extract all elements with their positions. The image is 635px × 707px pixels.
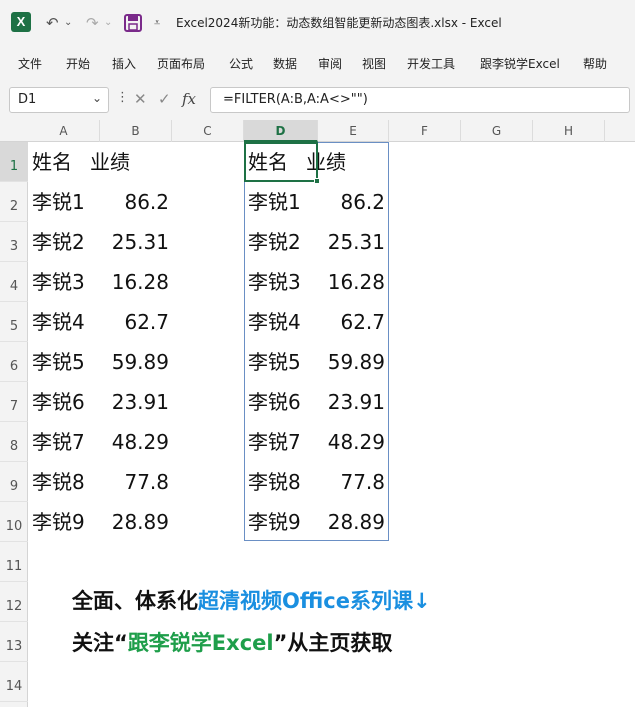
- redo-dropdown-icon[interactable]: ⌄: [104, 12, 112, 34]
- menu-item-9[interactable]: 跟李锐学Excel: [480, 55, 560, 72]
- name-box-value: D1: [18, 92, 37, 107]
- menu-item-5[interactable]: 数据: [273, 55, 297, 72]
- menu-item-8[interactable]: 开发工具: [407, 55, 455, 72]
- row-header-5[interactable]: 5: [0, 302, 28, 342]
- menu-item-2[interactable]: 插入: [112, 55, 136, 72]
- insert-function-icon[interactable]: fx: [182, 90, 196, 108]
- formula-input[interactable]: =FILTER(A:B,A:A<>""): [210, 87, 630, 113]
- spill-range-border: [244, 142, 389, 541]
- more-options-icon[interactable]: ⋮: [116, 90, 129, 105]
- row-header-12[interactable]: 12: [0, 582, 28, 622]
- formula-bar: D1 ⌄ ⋮ ✕ ✓ fx =FILTER(A:B,A:A<>""): [0, 82, 635, 120]
- menu-item-10[interactable]: 帮助: [583, 55, 607, 72]
- active-cell[interactable]: [244, 142, 320, 184]
- promo-line-2-suffix: ”从主页获取: [273, 631, 393, 655]
- promo-line-2-highlight: 跟李锐学Excel: [127, 631, 274, 655]
- name-box[interactable]: D1 ⌄: [9, 87, 109, 113]
- row-header-bar: 1 2 3 4 5 6 7 8 9 10 11 12 13 14: [0, 142, 28, 707]
- source-cell-score[interactable]: 25.31: [89, 222, 169, 262]
- formula-text: =FILTER(A:B,A:A<>""): [223, 92, 368, 107]
- promo-line-1-highlight: 超清视频Office系列课↓: [198, 589, 431, 613]
- row-header-13[interactable]: 13: [0, 622, 28, 662]
- row-header-4[interactable]: 4: [0, 262, 28, 302]
- row-header-8[interactable]: 8: [0, 422, 28, 462]
- column-header-g[interactable]: G: [461, 120, 533, 142]
- column-header-h[interactable]: H: [533, 120, 605, 142]
- source-cell-score[interactable]: 28.89: [89, 502, 169, 542]
- save-icon[interactable]: [124, 12, 142, 34]
- source-cell-score[interactable]: 62.7: [89, 302, 169, 342]
- chevron-down-icon[interactable]: ⌄: [92, 91, 102, 105]
- source-cell-score[interactable]: 16.28: [89, 262, 169, 302]
- column-header-d[interactable]: D: [244, 120, 318, 142]
- ribbon-menu: 文件 开始 插入 页面布局 公式 数据 审阅 视图 开发工具 跟李锐学Excel 帮助: [0, 46, 635, 82]
- enter-icon[interactable]: ✓: [158, 90, 171, 108]
- column-header-a[interactable]: A: [28, 120, 100, 142]
- row-header-1[interactable]: 1: [0, 142, 28, 182]
- menu-item-1[interactable]: 开始: [66, 55, 90, 72]
- column-header-e[interactable]: E: [318, 120, 389, 142]
- menu-item-3[interactable]: 页面布局: [157, 55, 205, 72]
- fill-handle[interactable]: [314, 178, 320, 184]
- row-header-10[interactable]: 10: [0, 502, 28, 542]
- column-header-f[interactable]: F: [389, 120, 461, 142]
- row-header-11[interactable]: 11: [0, 542, 28, 582]
- menu-item-6[interactable]: 审阅: [318, 55, 342, 72]
- undo-dropdown-icon[interactable]: ⌄: [64, 12, 72, 34]
- row-header-7[interactable]: 7: [0, 382, 28, 422]
- source-cell-score[interactable]: 77.8: [89, 462, 169, 502]
- promo-line-1-prefix: 全面、体系化: [72, 589, 198, 613]
- redo-icon[interactable]: ↷: [86, 12, 99, 34]
- column-header-b[interactable]: B: [100, 120, 172, 142]
- excel-logo-icon: X: [11, 12, 31, 32]
- menu-item-0[interactable]: 文件: [18, 55, 42, 72]
- customize-toolbar-icon[interactable]: ⩡: [154, 12, 160, 34]
- promo-line-2: 关注“跟李锐学Excel”从主页获取: [72, 627, 392, 657]
- source-cell-score[interactable]: 48.29: [89, 422, 169, 462]
- cancel-icon[interactable]: ✕: [134, 90, 147, 108]
- title-bar: X ↶ ⌄ ↷ ⌄ ⩡ Excel2024新功能：动态数组智能更新动态图表.xl…: [0, 0, 635, 46]
- menu-item-7[interactable]: 视图: [362, 55, 386, 72]
- promo-line-2-prefix: 关注“: [72, 631, 128, 655]
- row-header-9[interactable]: 9: [0, 462, 28, 502]
- row-header-6[interactable]: 6: [0, 342, 28, 382]
- source-header-name[interactable]: 姓名: [32, 142, 92, 182]
- window-title: Excel2024新功能：动态数组智能更新动态图表.xlsx - Excel: [176, 16, 502, 30]
- source-cell-score[interactable]: 86.2: [89, 182, 169, 222]
- menu-item-4[interactable]: 公式: [229, 55, 253, 72]
- source-cell-score[interactable]: 23.91: [89, 382, 169, 422]
- source-cell-score[interactable]: 59.89: [89, 342, 169, 382]
- promo-line-1: 全面、体系化超清视频Office系列课↓: [72, 585, 431, 615]
- column-header-c[interactable]: C: [172, 120, 244, 142]
- spreadsheet-grid[interactable]: ABCDEFGH 1 2 3 4 5 6 7 8 9 10 11 12 13 14 姓名 业绩 李锐1 86.2…: [0, 120, 635, 707]
- row-header-2[interactable]: 2: [0, 182, 28, 222]
- row-header-3[interactable]: 3: [0, 222, 28, 262]
- source-header-score[interactable]: 业绩: [90, 142, 150, 182]
- column-header-bar: ABCDEFGH: [0, 120, 635, 142]
- undo-icon[interactable]: ↶: [46, 12, 59, 34]
- row-header-14[interactable]: 14: [0, 662, 28, 702]
